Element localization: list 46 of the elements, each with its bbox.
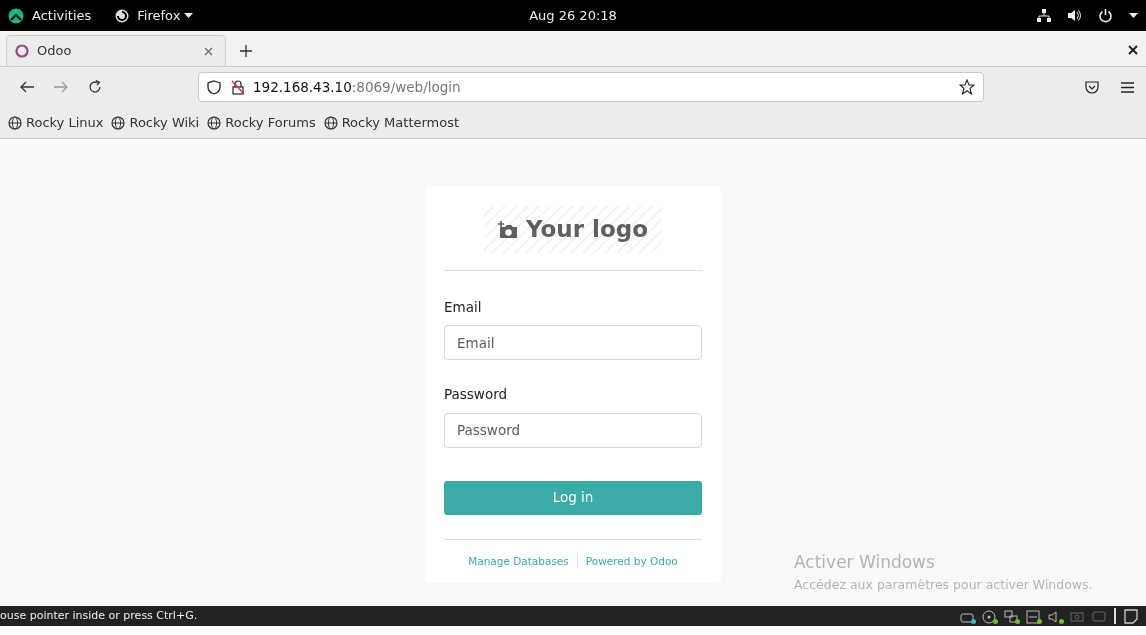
firefox-icon bbox=[115, 8, 130, 23]
bookmark-star-icon[interactable] bbox=[959, 79, 975, 95]
rocky-logo-icon bbox=[8, 7, 24, 24]
back-icon[interactable] bbox=[20, 81, 34, 93]
app-name[interactable]: Firefox bbox=[137, 5, 181, 26]
bookmark-link[interactable]: Rocky Wiki bbox=[129, 112, 200, 133]
activities-button[interactable]: Activities bbox=[32, 5, 92, 26]
volume-icon[interactable] bbox=[1067, 9, 1082, 22]
app-menu[interactable]: Firefox bbox=[137, 5, 194, 26]
pocket-icon[interactable] bbox=[1085, 80, 1099, 94]
caret-icon bbox=[184, 12, 194, 19]
globe-icon[interactable] bbox=[323, 115, 338, 130]
email-field[interactable]: Email bbox=[444, 325, 702, 361]
network-adapter-icon[interactable] bbox=[1004, 609, 1018, 623]
shield-icon bbox=[207, 79, 221, 95]
globe-icon[interactable] bbox=[111, 115, 126, 130]
close-icon[interactable] bbox=[1128, 45, 1138, 55]
network-icon[interactable] bbox=[1037, 9, 1051, 22]
clock[interactable]: Aug 26 20:18 bbox=[529, 6, 617, 26]
audio-icon[interactable] bbox=[1048, 609, 1062, 623]
note-icon[interactable] bbox=[1124, 608, 1138, 624]
activation-text: Accédez aux paramètres pour activer Windows. bbox=[794, 575, 1093, 594]
bookmark-link[interactable]: Rocky Linux bbox=[26, 112, 104, 133]
new-tab-icon[interactable] bbox=[240, 45, 252, 57]
logo-text: Your logo bbox=[526, 215, 648, 245]
ring-icon bbox=[15, 44, 29, 58]
field-label: Password bbox=[444, 385, 509, 405]
bookmark-link[interactable]: Rocky Mattermost bbox=[341, 112, 460, 133]
tab-label[interactable]: Odoo bbox=[37, 41, 72, 61]
status-hint: ouse pointer inside or press Ctrl+G. bbox=[0, 607, 198, 624]
insecure-lock-icon bbox=[231, 79, 245, 95]
power-icon[interactable] bbox=[1098, 8, 1113, 23]
activation-title: Activer Windows bbox=[794, 551, 936, 574]
camera-icon bbox=[498, 220, 518, 239]
bookmark-link[interactable]: Rocky Forums bbox=[225, 112, 316, 133]
browser-tab[interactable]: Odoo bbox=[6, 35, 226, 67]
password-field[interactable]: Password bbox=[444, 412, 702, 448]
display-icon[interactable] bbox=[1026, 609, 1040, 623]
menu-icon[interactable] bbox=[1121, 81, 1134, 93]
globe-icon[interactable] bbox=[207, 115, 222, 130]
disc-icon[interactable] bbox=[982, 609, 996, 623]
caret-icon[interactable] bbox=[1129, 12, 1138, 19]
field-label: Email bbox=[444, 298, 483, 317]
globe-icon[interactable] bbox=[8, 115, 22, 130]
url-text[interactable]: 192.168.43.10:8069/web/login bbox=[253, 76, 461, 98]
reload-icon[interactable] bbox=[88, 80, 102, 94]
